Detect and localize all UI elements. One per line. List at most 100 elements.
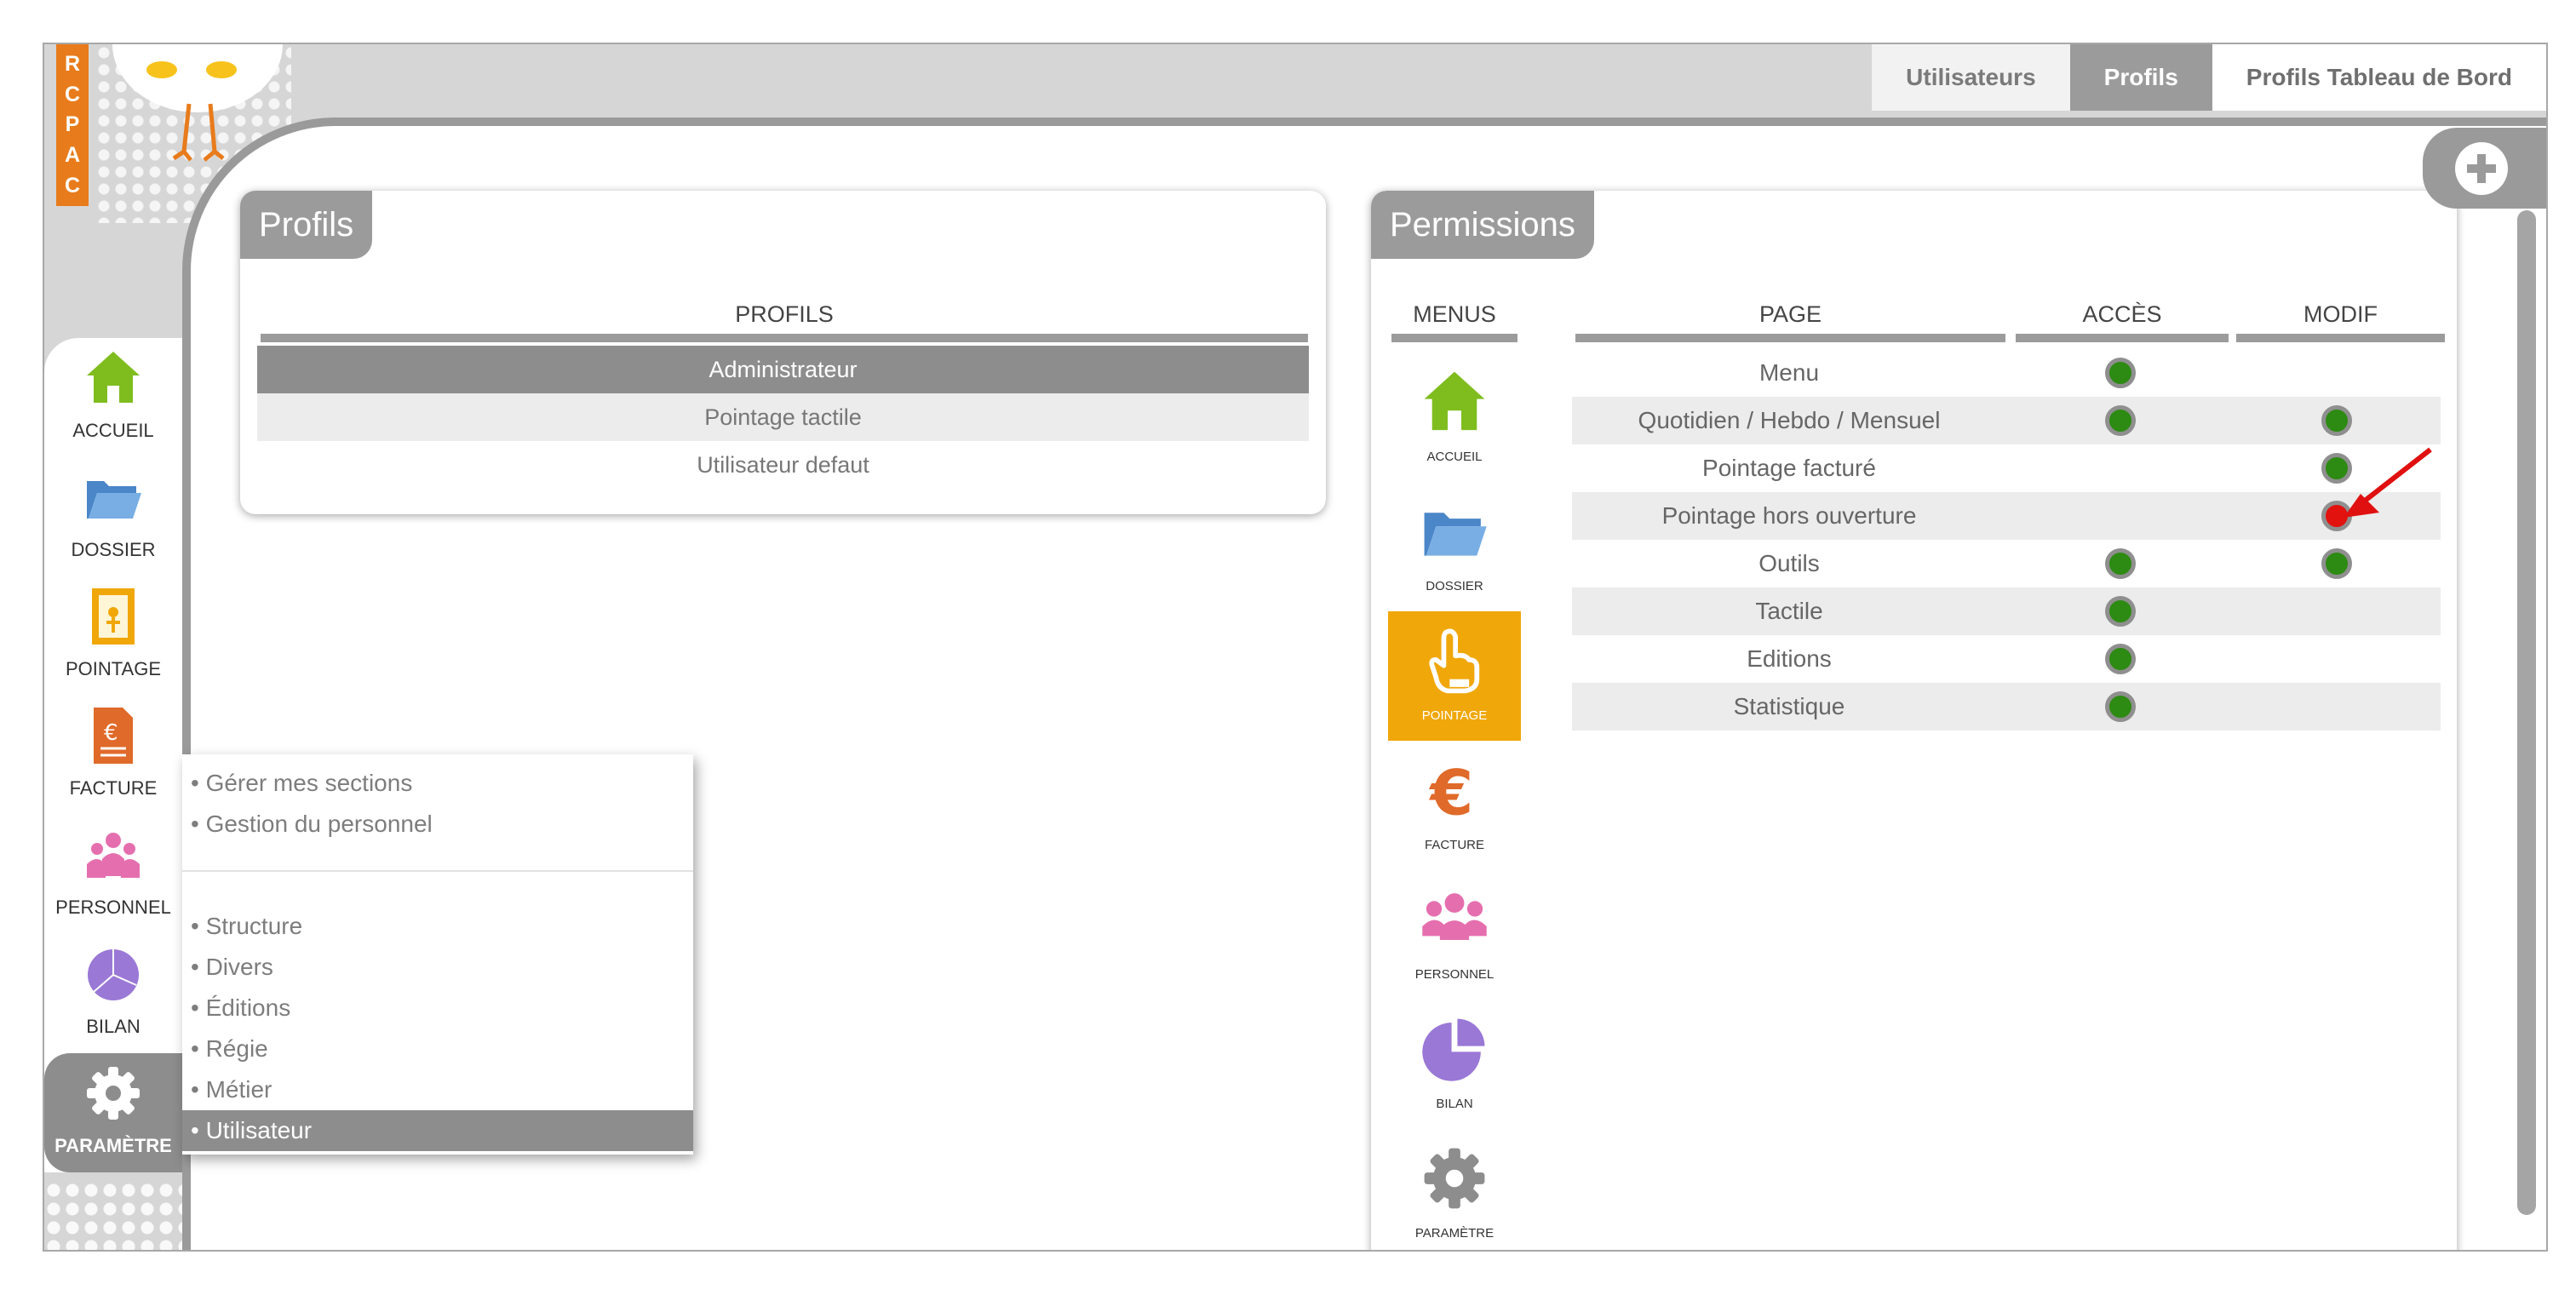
modif-toggle[interactable] [2321,405,2352,436]
sidebar-item-facture[interactable]: € FACTURE [44,696,182,815]
capcr-logo: R C P A C [56,44,89,206]
column-header-page: PAGE [1758,301,1822,327]
people-icon [87,833,140,878]
profile-row-utilisateur-defaut[interactable]: Utilisateur defaut [257,441,1309,489]
submenu-divider [182,870,693,872]
brand-letter: A [64,143,81,168]
menu-label: BILAN [1436,1097,1473,1111]
submenu-item-editions[interactable]: • Éditions [182,988,693,1029]
euro-icon: € [1428,758,1473,824]
menu-item-personnel[interactable]: PERSONNEL [1388,870,1521,1000]
pointing-hand-icon [1429,628,1480,694]
folder-icon [1424,513,1487,556]
red-arrow-annotation [2344,447,2432,518]
menu-label: POINTAGE [1421,708,1488,723]
acces-toggle[interactable] [2105,548,2136,579]
permissions-panel: Permissions MENUS PAGE ACCÈS MODIF ACCUE… [1371,191,2457,1250]
permission-row: Outils [1572,540,2441,587]
column-header-acces: ACCÈS [2082,301,2162,327]
profile-row-pointage-tactile[interactable]: Pointage tactile [257,393,1309,441]
left-sidebar: ACCUEIL DOSSIER POINTAGE € FACTURE PERSO… [44,338,182,1172]
page-name: Statistique [1733,693,1845,719]
page-name: Quotidien / Hebdo / Mensuel [1638,407,1941,433]
invoice-icon: € [94,708,133,764]
add-button[interactable] [2423,128,2546,209]
profils-panel: Profils PROFILS Administrateur Pointage … [240,191,1326,514]
submenu-item-structure[interactable]: • Structure [182,906,693,947]
permission-row: Tactile [1572,587,2441,635]
modif-toggle[interactable] [2321,548,2352,579]
menu-label: PARAMÈTRE [1414,1226,1495,1241]
sidebar-item-pointage[interactable]: POINTAGE [44,576,182,696]
header-divider [1575,334,2005,342]
submenu-item-regie[interactable]: • Régie [182,1029,693,1069]
header-divider [2236,334,2445,342]
acces-toggle[interactable] [2105,596,2136,627]
submenu-item-utilisateur[interactable]: • Utilisateur [182,1110,693,1151]
permission-row: Pointage hors ouverture [1572,492,2441,540]
gear-icon [87,1067,140,1120]
brand-letter: R [64,52,81,77]
acces-toggle[interactable] [2105,405,2136,436]
column-header-menus: MENUS [1413,301,1496,327]
tab-bar: Utilisateurs Profils Profils Tableau de … [1872,44,2546,111]
parametre-submenu: • Gérer mes sections • Gestion du person… [182,754,693,1155]
brand-letter: C [64,82,81,106]
header-divider [261,334,1308,342]
column-header-profils: PROFILS [735,301,834,327]
sidebar-item-personnel[interactable]: PERSONNEL [44,815,182,934]
menu-label: FACTURE [1424,838,1484,852]
sidebar-item-bilan[interactable]: BILAN [44,934,182,1053]
vertical-scrollbar[interactable] [2517,210,2536,1215]
submenu-item-metier[interactable]: • Métier [182,1069,693,1110]
sidebar-label: PARAMÈTRE [55,1135,172,1156]
panel-title: Profils [240,191,373,259]
permission-row: Editions [1572,635,2441,683]
plus-icon [2455,141,2508,195]
submenu-item-divers[interactable]: • Divers [182,947,693,988]
column-header-modif: MODIF [2303,301,2378,327]
submenu-item-gestion-personnel[interactable]: • Gestion du personnel [182,804,693,845]
permission-row: Menu [1572,349,2441,397]
tab-profils-tableau-de-bord[interactable]: Profils Tableau de Bord [2212,44,2546,111]
sidebar-label: PERSONNEL [55,897,171,918]
menu-item-accueil[interactable]: ACCUEIL [1388,352,1521,482]
header-divider [2016,334,2229,342]
acces-toggle[interactable] [2105,644,2136,674]
permission-row: Pointage facturé [1572,444,2441,492]
tab-utilisateurs[interactable]: Utilisateurs [1872,44,2070,111]
permission-row: Statistique [1572,683,2441,731]
sidebar-label: FACTURE [69,777,158,799]
sidebar-item-parametre[interactable]: PARAMÈTRE [44,1053,182,1172]
menu-item-pointage[interactable]: POINTAGE [1388,611,1521,741]
svg-text:€: € [104,720,118,746]
permission-row: Quotidien / Hebdo / Mensuel [1572,397,2441,444]
tab-profils[interactable]: Profils [2069,44,2212,111]
page-name: Editions [1747,645,1832,672]
menu-item-facture[interactable]: € FACTURE [1388,741,1521,870]
profile-row-administrateur[interactable]: Administrateur [257,346,1309,393]
page-name: Menu [1758,359,1820,386]
home-icon [1424,371,1485,431]
app-frame: R C P A C Utilisateurs Profils Profils T… [43,43,2548,1252]
brand-letter: C [64,173,81,198]
pie-chart-icon [1422,1018,1485,1081]
menu-item-bilan[interactable]: BILAN [1388,1000,1521,1129]
door-icon [92,588,135,645]
sidebar-label: POINTAGE [65,658,162,679]
menu-item-parametre[interactable]: PARAMÈTRE [1388,1129,1521,1250]
sidebar-item-accueil[interactable]: ACCUEIL [44,338,182,457]
acces-toggle[interactable] [2105,358,2136,388]
page-name: Outils [1758,550,1820,576]
page-name: Tactile [1755,598,1823,624]
pie-chart-icon [88,949,139,1000]
sidebar-item-dossier[interactable]: DOSSIER [44,457,182,576]
page-name: Pointage facturé [1702,455,1876,481]
acces-toggle[interactable] [2105,691,2136,722]
decorative-dots [44,1181,189,1250]
gear-icon [1424,1148,1485,1209]
menu-label: DOSSIER [1426,579,1483,593]
submenu-item-gerer-sections[interactable]: • Gérer mes sections [182,763,693,804]
menu-item-dossier[interactable]: DOSSIER [1388,482,1521,611]
brand-letter: P [65,112,80,137]
